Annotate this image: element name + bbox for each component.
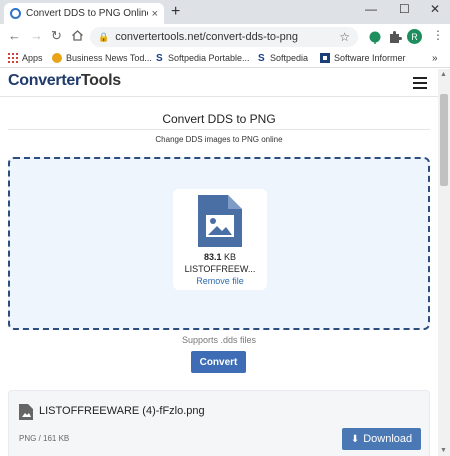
bookmarks-overflow-button[interactable]: »	[432, 53, 438, 64]
hamburger-menu-icon[interactable]	[413, 77, 427, 89]
download-label: Download	[363, 433, 413, 445]
supported-formats-text: Supports .dds files	[181, 335, 257, 345]
bookmark-business-news[interactable]: Business News Tod...	[52, 53, 152, 63]
uploaded-file-name: LISTOFFREEW...	[184, 264, 256, 274]
remove-file-link[interactable]: Remove file	[173, 276, 267, 286]
browser-tab[interactable]: Convert DDS to PNG Online - Co ×	[4, 3, 164, 24]
forward-icon[interactable]: →	[30, 29, 43, 43]
apps-grid-icon	[8, 53, 18, 63]
scroll-down-icon[interactable]: ▼	[440, 447, 447, 454]
result-file-meta: PNG / 161 KB	[19, 434, 70, 443]
download-icon: ⬇	[350, 433, 360, 445]
scrollbar-thumb[interactable]	[440, 94, 448, 186]
softpedia-icon: S	[258, 53, 265, 64]
logo-text-converter: Converter	[8, 72, 81, 89]
file-dropzone[interactable]: 83.1 KB LISTOFFREEW... Remove file	[8, 157, 430, 330]
browser-menu-icon[interactable]: ⋮	[432, 28, 446, 42]
site-logo[interactable]: ConverterTools	[8, 72, 121, 90]
scroll-up-icon[interactable]: ▲	[440, 71, 447, 78]
new-tab-button[interactable]: +	[171, 3, 180, 21]
maximize-button[interactable]: ☐	[399, 2, 410, 16]
title-divider	[8, 129, 430, 130]
profile-avatar[interactable]: R	[407, 29, 422, 44]
bookmarks-bar: Apps Business News Tod... S Softpedia Po…	[0, 50, 450, 68]
browser-toolbar: ← → ↻ 🔒 convertertools.net/convert-dds-t…	[0, 24, 450, 50]
home-icon[interactable]	[71, 29, 84, 45]
business-news-icon	[52, 53, 62, 63]
result-file-row: LISTOFFREEWARE (4)-fFzlo.png PNG / 161 K…	[8, 390, 430, 456]
close-window-button[interactable]: ✕	[430, 2, 440, 16]
lock-icon: 🔒	[98, 31, 110, 42]
bookmark-star-icon[interactable]: ☆	[339, 30, 350, 44]
address-bar[interactable]: 🔒 convertertools.net/convert-dds-to-png …	[90, 27, 358, 47]
page-subtitle: Change DDS images to PNG online	[155, 135, 283, 144]
bookmark-softpedia-portable[interactable]: S Softpedia Portable...	[156, 53, 250, 64]
bookmark-apps[interactable]: Apps	[8, 53, 43, 63]
extension-leaf-icon[interactable]	[368, 30, 382, 44]
bookmark-label: Software Informer	[334, 53, 406, 63]
software-informer-icon	[320, 53, 330, 63]
tab-close-icon[interactable]: ×	[152, 8, 158, 20]
file-size: 83.1 KB	[203, 252, 237, 262]
page-scrollbar[interactable]: ▲ ▼	[438, 69, 450, 456]
bookmark-softpedia[interactable]: S Softpedia	[258, 53, 309, 64]
extensions-puzzle-icon[interactable]	[388, 30, 402, 44]
reload-icon[interactable]: ↻	[51, 29, 62, 43]
bookmark-software-informer[interactable]: Software Informer	[320, 53, 406, 63]
back-icon[interactable]: ←	[8, 29, 21, 43]
page-title: Convert DDS to PNG	[162, 112, 276, 126]
image-file-icon	[19, 404, 33, 420]
tab-favicon-icon	[10, 8, 21, 19]
address-url: convertertools.net/convert-dds-to-png	[115, 31, 299, 43]
uploaded-file-card: 83.1 KB LISTOFFREEW... Remove file	[173, 189, 267, 290]
bookmark-label: Business News Tod...	[66, 53, 152, 63]
logo-text-tools: Tools	[80, 72, 121, 89]
browser-tabstrip: Convert DDS to PNG Online - Co × + — ☐ ✕	[0, 0, 450, 24]
download-button[interactable]: ⬇ Download	[342, 428, 421, 450]
bookmark-label: Apps	[22, 53, 43, 63]
bookmark-label: Softpedia	[270, 53, 309, 63]
page-viewport: ConverterTools Convert DDS to PNG Change…	[0, 69, 438, 456]
bookmark-label: Softpedia Portable...	[168, 53, 250, 63]
convert-button[interactable]: Convert	[191, 351, 246, 373]
softpedia-icon: S	[156, 53, 163, 64]
image-file-icon	[198, 195, 242, 247]
minimize-button[interactable]: —	[365, 2, 377, 16]
result-file-name: LISTOFFREEWARE (4)-fFzlo.png	[39, 405, 205, 417]
tab-title: Convert DDS to PNG Online - Co	[26, 8, 148, 19]
site-header: ConverterTools	[0, 69, 438, 97]
